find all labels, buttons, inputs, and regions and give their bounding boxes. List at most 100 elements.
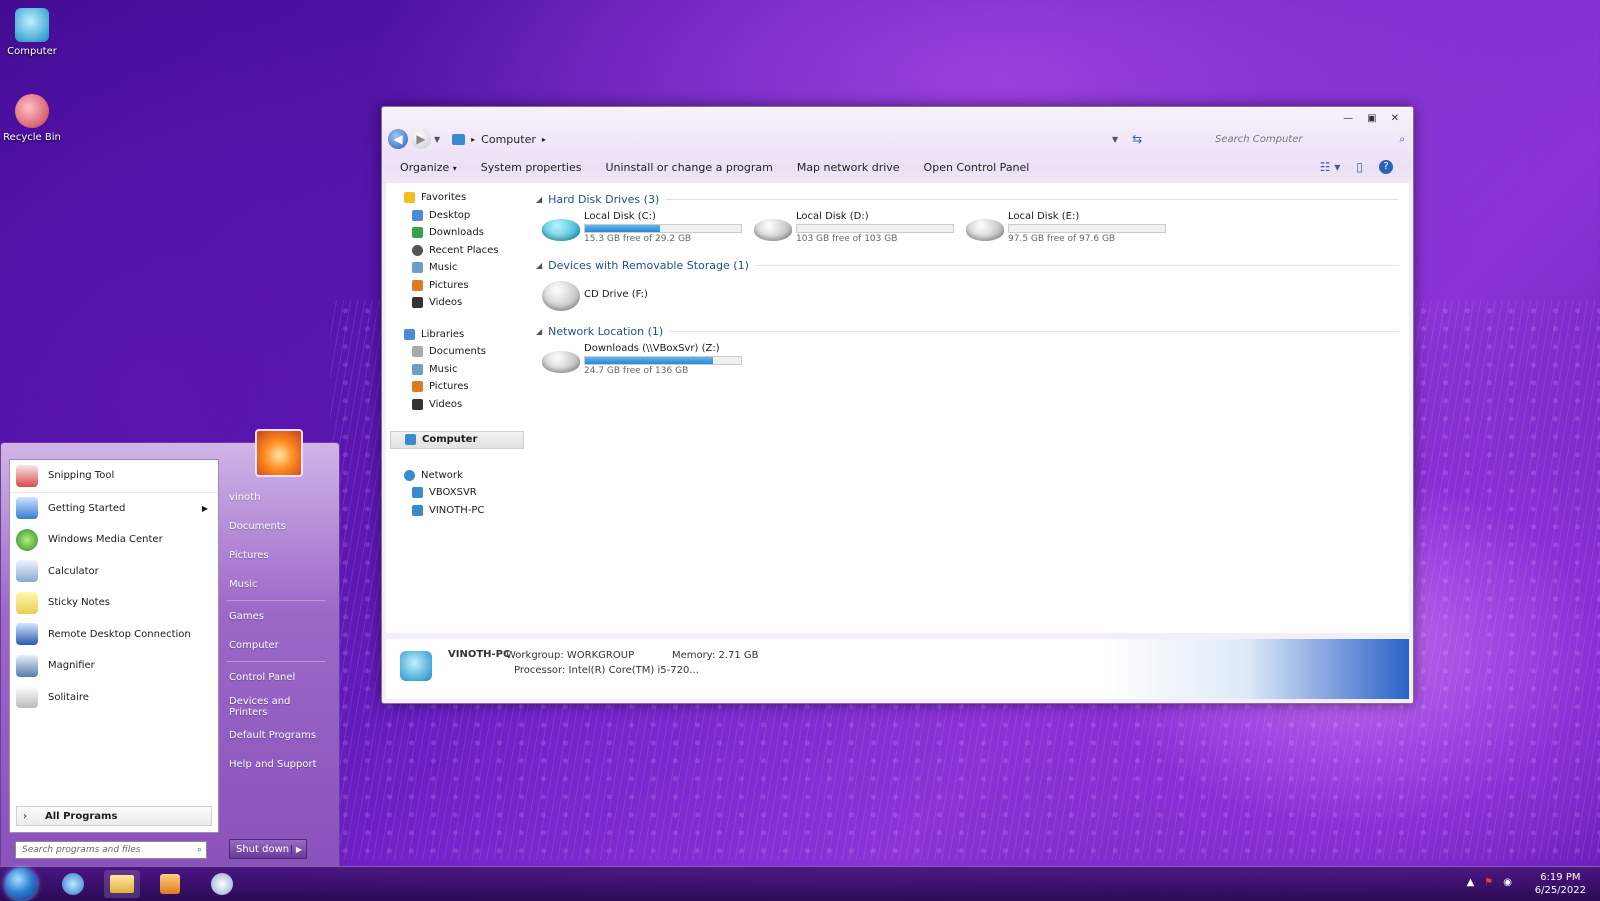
- show-hidden-icons-icon[interactable]: ▲: [1467, 877, 1475, 888]
- nav-lib-videos[interactable]: Videos: [386, 396, 526, 414]
- breadcrumb-computer[interactable]: Computer: [481, 133, 536, 146]
- link-music[interactable]: Music: [223, 570, 329, 599]
- program-calculator[interactable]: Calculator: [10, 556, 218, 588]
- group-hard-disk-drives[interactable]: ◢ Hard Disk Drives (3): [536, 191, 1399, 207]
- hard-drive-icon: [754, 219, 792, 241]
- title-bar[interactable]: [382, 107, 1413, 127]
- nav-label: VBOXSVR: [429, 487, 477, 499]
- user-avatar[interactable]: [255, 429, 303, 477]
- collapse-icon[interactable]: ◢: [536, 261, 542, 270]
- help-icon[interactable]: ?: [1379, 160, 1393, 174]
- nav-music[interactable]: Music: [386, 259, 526, 277]
- explorer-window[interactable]: — ▣ ✕ ◀ ▶ ▼ ▸ Computer ▸ ▼ ⇆ Search Comp…: [381, 106, 1414, 704]
- processor-value: Processor: Intel(R) Core(TM) i5-720...: [514, 665, 699, 676]
- breadcrumb-arrow-icon[interactable]: ▸: [542, 135, 546, 144]
- collapse-icon[interactable]: ◢: [536, 327, 542, 336]
- minimize-icon[interactable]: —: [1343, 113, 1353, 124]
- nav-network[interactable]: Network: [386, 467, 526, 485]
- nav-vboxsvr[interactable]: VBOXSVR: [386, 484, 526, 502]
- libraries-icon: [404, 328, 415, 340]
- breadcrumb-arrow-icon[interactable]: ▸: [471, 135, 475, 144]
- uninstall-program-button[interactable]: Uninstall or change a program: [605, 161, 772, 174]
- shutdown-button[interactable]: Shut down ▶: [229, 839, 307, 859]
- nav-lib-documents[interactable]: Documents: [386, 343, 526, 361]
- nav-lib-pictures[interactable]: Pictures: [386, 378, 526, 396]
- nav-libraries[interactable]: Libraries: [386, 326, 526, 344]
- taskbar-paint[interactable]: [204, 870, 240, 898]
- system-properties-button[interactable]: System properties: [481, 161, 582, 174]
- maximize-icon[interactable]: ▣: [1367, 113, 1376, 124]
- nav-favorites[interactable]: Favorites: [386, 189, 526, 207]
- link-help-support[interactable]: Help and Support: [223, 750, 329, 779]
- taskbar-internet-explorer[interactable]: [55, 870, 91, 898]
- address-dropdown-icon[interactable]: ▼: [1112, 135, 1118, 144]
- desktop-icon-computer[interactable]: Computer: [0, 8, 64, 57]
- program-snipping-tool[interactable]: Snipping Tool: [10, 460, 218, 493]
- action-center-flag-icon[interactable]: ⚑: [1484, 877, 1493, 888]
- start-orb-icon[interactable]: [5, 868, 37, 900]
- refresh-icon[interactable]: ⇆: [1132, 132, 1142, 146]
- link-pictures[interactable]: Pictures: [223, 541, 329, 570]
- change-view-icon[interactable]: ☷ ▾: [1320, 160, 1341, 174]
- link-control-panel[interactable]: Control Panel: [223, 663, 329, 692]
- program-remote-desktop[interactable]: Remote Desktop Connection: [10, 619, 218, 651]
- nav-computer[interactable]: Computer: [390, 431, 524, 449]
- drive-z[interactable]: Downloads (\\VBoxSvr) (Z:) 24.7 GB free …: [536, 343, 746, 381]
- start-search-input[interactable]: Search programs and files ⌕: [15, 841, 207, 859]
- program-solitaire[interactable]: Solitaire: [10, 682, 218, 714]
- close-icon[interactable]: ✕: [1391, 113, 1399, 124]
- drive-d[interactable]: Local Disk (D:) 103 GB free of 103 GB: [748, 211, 958, 249]
- drive-usage-bar: [584, 356, 742, 365]
- music-icon: [412, 262, 423, 274]
- search-input[interactable]: Search Computer ⌕: [1215, 130, 1405, 148]
- network-status-icon[interactable]: ◉: [1503, 877, 1512, 888]
- desktop-icon-label: Computer: [7, 46, 57, 57]
- start-menu[interactable]: Snipping Tool Getting Started ▶ Windows M…: [0, 429, 340, 868]
- link-default-programs[interactable]: Default Programs: [223, 721, 329, 750]
- drive-f[interactable]: CD Drive (F:): [536, 277, 746, 315]
- nav-vinoth-pc[interactable]: VINOTH-PC: [386, 502, 526, 520]
- drive-e[interactable]: Local Disk (E:) 97.5 GB free of 97.6 GB: [960, 211, 1170, 249]
- group-removable-storage[interactable]: ◢ Devices with Removable Storage (1): [536, 257, 1399, 273]
- program-media-center[interactable]: Windows Media Center: [10, 524, 218, 556]
- link-devices-printers[interactable]: Devices and Printers: [223, 692, 329, 721]
- chevron-right-icon[interactable]: ▶: [202, 504, 208, 513]
- nav-lib-music[interactable]: Music: [386, 361, 526, 379]
- chevron-right-icon[interactable]: ▶: [291, 844, 306, 854]
- link-computer[interactable]: Computer: [223, 631, 329, 660]
- recent-pages-chevron-icon[interactable]: ▼: [434, 135, 440, 144]
- link-documents[interactable]: Documents: [223, 512, 329, 541]
- address-field[interactable]: ▸ Computer ▸ ▼ ⇆: [452, 132, 1142, 146]
- organize-button[interactable]: Organize ▾: [400, 161, 457, 174]
- group-network-location[interactable]: ◢ Network Location (1): [536, 323, 1399, 339]
- collapse-icon[interactable]: ◢: [536, 195, 542, 204]
- search-icon[interactable]: ⌕: [197, 845, 202, 855]
- nav-label: Documents: [429, 346, 487, 358]
- nav-desktop[interactable]: Desktop: [386, 207, 526, 225]
- preview-pane-icon[interactable]: ▯: [1356, 160, 1363, 174]
- nav-recent-places[interactable]: Recent Places: [386, 242, 526, 260]
- desktop-icon-recycle-bin[interactable]: Recycle Bin: [0, 94, 64, 143]
- link-games[interactable]: Games: [223, 602, 329, 631]
- link-user-folder[interactable]: vinoth: [223, 483, 329, 512]
- taskbar-media-player[interactable]: [152, 870, 188, 898]
- drive-c[interactable]: Local Disk (C:) 15.3 GB free of 29.2 GB: [536, 211, 746, 249]
- taskbar-explorer[interactable]: [104, 870, 140, 898]
- drives-view[interactable]: ◢ Hard Disk Drives (3) Local Disk (C:) 15…: [532, 183, 1409, 633]
- nav-downloads[interactable]: Downloads: [386, 224, 526, 242]
- map-network-drive-button[interactable]: Map network drive: [797, 161, 900, 174]
- program-magnifier[interactable]: Magnifier: [10, 650, 218, 682]
- forward-button[interactable]: ▶: [411, 129, 431, 149]
- open-control-panel-button[interactable]: Open Control Panel: [924, 161, 1030, 174]
- star-icon: [404, 192, 415, 204]
- all-programs-button[interactable]: › All Programs: [16, 806, 212, 826]
- nav-videos[interactable]: Videos: [386, 294, 526, 312]
- nav-pictures[interactable]: Pictures: [386, 277, 526, 295]
- search-icon[interactable]: ⌕: [1399, 134, 1405, 145]
- clock[interactable]: 6:19 PM 6/25/2022: [1535, 871, 1586, 897]
- back-button[interactable]: ◀: [388, 129, 408, 149]
- pictures-icon: [412, 381, 423, 393]
- navigation-pane[interactable]: Favorites Desktop Downloads Recent Place…: [386, 183, 526, 633]
- program-getting-started[interactable]: Getting Started ▶: [10, 493, 218, 525]
- program-sticky-notes[interactable]: Sticky Notes: [10, 587, 218, 619]
